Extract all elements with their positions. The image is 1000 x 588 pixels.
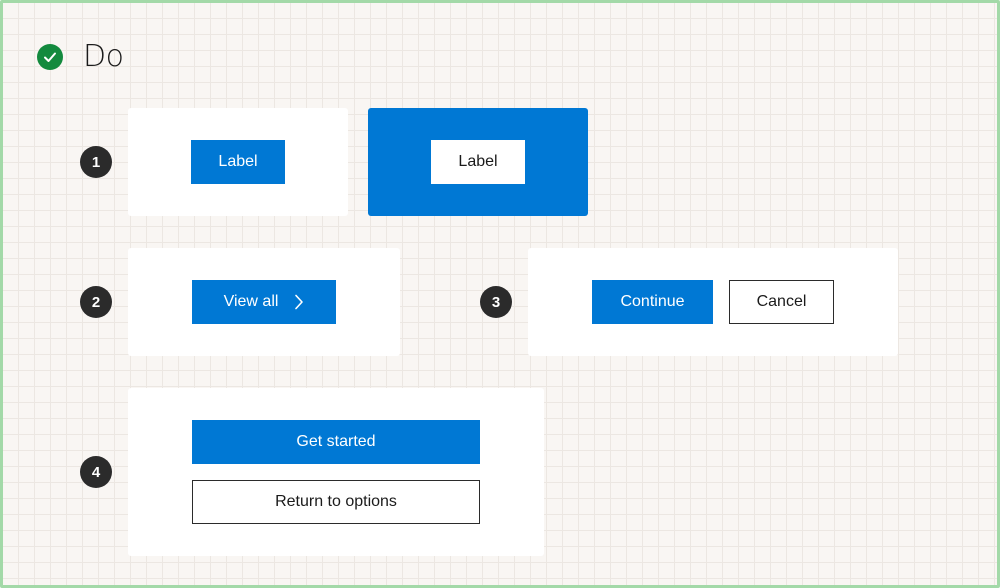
return-to-options-button[interactable]: Return to options — [192, 480, 480, 524]
example-1-light-card: Label — [128, 108, 348, 216]
step-badge-2: 2 — [80, 286, 112, 318]
step-badge-3: 3 — [480, 286, 512, 318]
chevron-right-icon — [294, 294, 304, 310]
header: Do — [37, 39, 124, 74]
view-all-label: View all — [223, 293, 279, 310]
example-3-card: Continue Cancel — [528, 248, 898, 356]
check-circle-icon — [37, 43, 63, 70]
do-example-frame: Do 1 Label Label 2 View all 3 Continue C… — [0, 0, 1000, 588]
step-badge-4: 4 — [80, 456, 112, 488]
example-1-dark-card: Label — [368, 108, 588, 216]
label-primary-button[interactable]: Label — [191, 140, 285, 184]
label-inverse-button[interactable]: Label — [431, 140, 525, 184]
view-all-button[interactable]: View all — [192, 280, 336, 324]
step-badge-1: 1 — [80, 146, 112, 178]
continue-button[interactable]: Continue — [592, 280, 713, 324]
example-2-card: View all — [128, 248, 400, 356]
get-started-button[interactable]: Get started — [192, 420, 480, 464]
page-title: Do — [83, 39, 124, 74]
example-4-card: Get started Return to options — [128, 388, 544, 556]
cancel-button[interactable]: Cancel — [729, 280, 834, 324]
